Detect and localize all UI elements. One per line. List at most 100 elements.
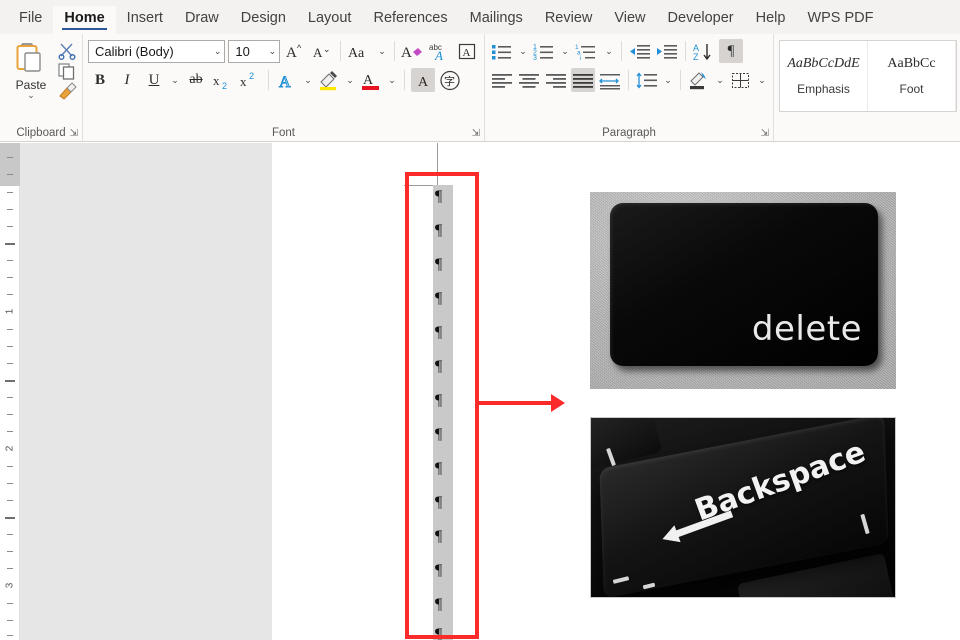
tab-review[interactable]: Review	[534, 6, 604, 34]
text-effects-chevron-icon[interactable]: ⌄	[302, 75, 314, 86]
font-dialog-launcher-icon[interactable]: ⇲	[472, 129, 480, 139]
callout-arrow-head-icon	[551, 394, 565, 412]
text-effects-icon[interactable]: A	[275, 68, 299, 92]
font-name-combobox[interactable]: Calibri (Body) ⌄	[88, 39, 226, 63]
svg-text:A: A	[286, 45, 297, 61]
paste-dropdown-chevron-icon[interactable]: ⌄	[27, 91, 35, 100]
tab-help[interactable]: Help	[745, 6, 797, 34]
style-name: Emphasis	[797, 82, 850, 96]
divider	[340, 41, 342, 61]
chevron-down-icon[interactable]: ⌄	[210, 46, 222, 57]
svg-text:2: 2	[222, 81, 227, 90]
change-case-icon[interactable]: Aa	[347, 39, 373, 63]
vertical-ruler[interactable]: 1 2 3	[0, 143, 20, 640]
underline-chevron-icon[interactable]: ⌄	[169, 75, 181, 86]
line-spacing-chevron-icon[interactable]: ⌄	[662, 75, 674, 86]
shrink-font-icon[interactable]: A ⌄	[310, 39, 334, 63]
format-painter-icon[interactable]	[57, 82, 77, 100]
tab-view[interactable]: View	[603, 6, 656, 34]
clipboard-dialog-launcher-icon[interactable]: ⇲	[70, 129, 78, 139]
ribbon-group-font: Calibri (Body) ⌄ 10 ⌄ A ^ A ⌄ Aa ⌄ A abc…	[82, 34, 484, 141]
ruler-top-margin-band	[0, 143, 20, 186]
divider	[621, 41, 622, 61]
tab-draw[interactable]: Draw	[174, 6, 230, 34]
multilevel-list-icon[interactable]: 1 a i	[574, 39, 600, 63]
numbering-icon[interactable]: 1 2 3	[532, 39, 556, 63]
multilevel-chevron-icon[interactable]: ⌄	[603, 46, 615, 57]
svg-text:字: 字	[444, 74, 455, 88]
svg-text:A: A	[279, 74, 291, 90]
chevron-down-icon[interactable]: ⌄	[265, 46, 277, 57]
tab-design[interactable]: Design	[230, 6, 297, 34]
paragraph-dialog-launcher-icon[interactable]: ⇲	[761, 129, 769, 139]
font-color-chevron-icon[interactable]: ⌄	[386, 75, 398, 86]
paste-icon[interactable]	[13, 41, 49, 77]
divider	[394, 41, 395, 61]
cut-scissors-icon[interactable]	[57, 42, 77, 60]
delete-key-label: delete	[751, 309, 862, 349]
copy-icon[interactable]	[57, 62, 77, 80]
tab-references[interactable]: References	[362, 6, 458, 34]
align-right-icon[interactable]	[544, 68, 568, 92]
ribbon-tab-bar: File Home Insert Draw Design Layout Refe…	[0, 0, 960, 34]
grow-font-icon[interactable]: A ^	[283, 39, 307, 63]
font-color-icon[interactable]: A	[359, 68, 383, 92]
align-center-icon[interactable]	[517, 68, 541, 92]
tab-insert[interactable]: Insert	[116, 6, 174, 34]
character-border-icon[interactable]: A	[455, 39, 479, 63]
highlight-chevron-icon[interactable]: ⌄	[344, 75, 356, 86]
ribbon-group-clipboard: Paste ⌄ Clipboard ⇲	[0, 34, 82, 141]
styles-gallery[interactable]: AaBbCcDdE Emphasis AaBbCc Foot	[779, 40, 957, 112]
bold-icon[interactable]: B	[88, 68, 112, 92]
clear-formatting-icon[interactable]: A	[401, 39, 425, 63]
font-group-label: Font ⇲	[271, 126, 480, 139]
italic-icon[interactable]: I	[115, 68, 139, 92]
tab-layout[interactable]: Layout	[297, 6, 363, 34]
subscript-icon[interactable]: x2	[211, 68, 235, 92]
tab-home[interactable]: Home	[53, 6, 116, 34]
callout-rectangle	[405, 172, 479, 639]
tab-developer[interactable]: Developer	[657, 6, 745, 34]
word-window: File Home Insert Draw Design Layout Refe…	[0, 0, 960, 640]
style-item-footnote[interactable]: AaBbCc Foot	[868, 41, 956, 111]
enclose-characters-icon[interactable]: 字	[438, 68, 462, 92]
divider	[268, 70, 269, 90]
svg-text:A: A	[418, 75, 429, 90]
divider	[628, 70, 629, 90]
svg-text:^: ^	[297, 43, 302, 53]
ribbon-group-paragraph: ⌄ 1 2 3 ⌄ 1 a i ⌄ A Z ¶ ⌄ ⌄ ⌄ Paragraph …	[484, 34, 773, 141]
style-item-emphasis[interactable]: AaBbCcDdE Emphasis	[780, 41, 868, 111]
numbering-chevron-icon[interactable]: ⌄	[559, 46, 571, 57]
svg-text:A: A	[363, 73, 374, 88]
tab-wps-pdf[interactable]: WPS PDF	[796, 6, 884, 34]
style-sample: AaBbCcDdE	[787, 56, 860, 71]
text-highlight-color-icon[interactable]	[317, 68, 341, 92]
shading-icon[interactable]	[687, 68, 711, 92]
svg-text:3: 3	[533, 55, 537, 61]
document-page[interactable]: ¶ ¶ ¶ ¶ ¶ ¶ ¶ ¶ ¶ ¶ ¶ ¶ ¶ ¶ delete Backs…	[272, 143, 960, 640]
change-case-chevron-icon[interactable]: ⌄	[376, 46, 388, 57]
justify-icon[interactable]	[571, 68, 595, 92]
tab-file[interactable]: File	[8, 6, 53, 34]
strikethrough-icon[interactable]: ab	[184, 68, 208, 92]
distributed-icon[interactable]	[598, 68, 622, 92]
decrease-indent-icon[interactable]	[628, 39, 652, 63]
show-formatting-marks-icon[interactable]: ¶	[719, 39, 743, 63]
character-shading-icon[interactable]: A	[411, 68, 435, 92]
bullets-chevron-icon[interactable]: ⌄	[517, 46, 529, 57]
tab-mailings[interactable]: Mailings	[459, 6, 534, 34]
phonetic-guide-icon[interactable]: abc A	[428, 39, 452, 63]
callout-arrow-line	[479, 401, 555, 405]
align-left-icon[interactable]	[490, 68, 514, 92]
font-size-combobox[interactable]: 10 ⌄	[228, 39, 281, 63]
line-spacing-icon[interactable]	[635, 68, 659, 92]
shading-chevron-icon[interactable]: ⌄	[714, 75, 726, 86]
superscript-icon[interactable]: x2	[238, 68, 262, 92]
bullets-icon[interactable]	[490, 39, 514, 63]
borders-chevron-icon[interactable]: ⌄	[756, 75, 768, 86]
borders-icon[interactable]	[729, 68, 753, 92]
underline-icon[interactable]: U	[142, 68, 166, 92]
increase-indent-icon[interactable]	[655, 39, 679, 63]
sort-icon[interactable]: AZ	[692, 39, 716, 63]
delete-keycap: delete	[610, 203, 878, 366]
